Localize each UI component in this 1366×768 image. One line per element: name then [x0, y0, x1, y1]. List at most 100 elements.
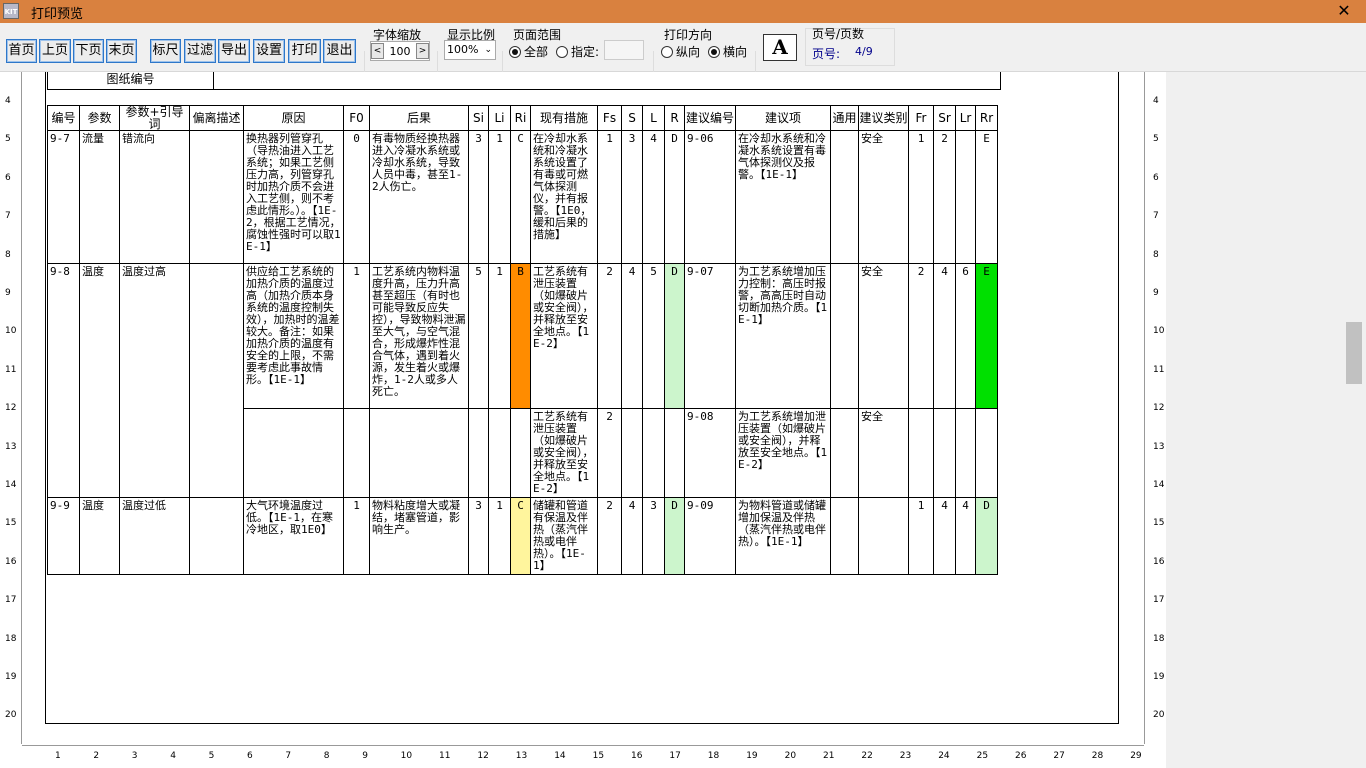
display-ratio-value: 100%: [447, 43, 479, 56]
vertical-ruler-left[interactable]: 4 5 6 7 8 9 10 11 12 13 14 15 16 17 18 19 20: [0, 72, 22, 744]
header-cause: 原因: [243, 105, 344, 131]
header-deviation: 偏离描述: [189, 105, 244, 131]
ruler-tick-label: 20: [784, 751, 797, 761]
cell-f0: 0: [343, 130, 370, 264]
cell-cause: 大气环境温度过低。【1E-1，在寒冷地区，取1E0】: [243, 497, 344, 575]
cell-fr: 1: [908, 497, 934, 575]
cell-category: 安全: [858, 408, 909, 498]
landscape-radio[interactable]: 横向: [708, 43, 747, 60]
horizontal-ruler[interactable]: 1 2 3 4 5 6 7 8 9 10 11 12 13 14 15 16 17 18 19 20 21 22 23 24 2…: [22, 745, 1144, 768]
cell-s: [621, 408, 643, 498]
settings-button[interactable]: 设置: [253, 39, 285, 63]
ruler-tick-label: 15: [592, 751, 605, 761]
cell-l: 4: [642, 130, 665, 264]
ruler-tick-label: 1: [55, 751, 61, 761]
ruler-tick-label: 7: [5, 211, 11, 222]
table-row[interactable]: 9-9 温度 温度过低 大气环境温度过低。【1E-1，在寒冷地区，取1E0】 1…: [47, 497, 998, 575]
ruler-tick-label: 16: [1153, 556, 1165, 567]
cell-fr: 2: [908, 263, 934, 409]
first-page-button[interactable]: 首页: [6, 39, 37, 63]
ruler-tick-label: 12: [477, 751, 489, 761]
range-input[interactable]: [604, 40, 644, 60]
cell-suggestion: 在冷却水系统和冷凝水系统设置有毒气体探测仪及报警。【1E-1】: [735, 130, 831, 264]
ruler-button[interactable]: 标尺: [150, 39, 181, 63]
cell-fs: 1: [597, 130, 622, 264]
font-scale-value[interactable]: 100: [384, 45, 416, 58]
cell-cause: 供应给工艺系统的加热介质的温度过高（加热介质本身系统的温度控制失效），加热时的温…: [243, 263, 344, 409]
ruler-tick-label: 16: [631, 751, 643, 761]
ruler-tick-label: 27: [1053, 751, 1065, 761]
ruler-tick-label: 17: [5, 595, 17, 606]
cell-l: [642, 408, 665, 498]
table-row[interactable]: 9-7 流量 错流向 换热器列管穿孔（导热油进入工艺系统；如果工艺侧压力高，列管…: [47, 130, 998, 264]
cell-id: 9-9: [47, 497, 80, 575]
cell-cause: 换热器列管穿孔（导热油进入工艺系统；如果工艺侧压力高，列管穿孔时加热介质不会进入…: [243, 130, 344, 264]
range-all-radio[interactable]: 全部: [509, 43, 548, 60]
cell-common: [830, 408, 859, 498]
prev-page-button[interactable]: 上页: [39, 39, 71, 63]
cell-measures: 工艺系统有泄压装置（如爆破片或安全阀），并释放至安全地点。【1E-2】: [530, 408, 598, 498]
ruler-tick-label: 6: [5, 172, 11, 183]
exit-button[interactable]: 退出: [323, 39, 356, 63]
radio-icon: [556, 45, 568, 58]
chevron-down-icon: ⌄: [484, 45, 492, 55]
scrollbar-thumb[interactable]: [1346, 322, 1362, 384]
print-button[interactable]: 打印: [288, 39, 321, 63]
cell-category: 安全: [858, 130, 909, 264]
font-scale-decrease-button[interactable]: <: [371, 43, 384, 59]
preview-background: [1166, 72, 1346, 768]
header-fs: Fs: [597, 105, 622, 131]
ruler-tick-label: 23: [899, 751, 912, 761]
ruler-tick-label: 9: [1153, 288, 1159, 298]
ruler-tick-label: 18: [707, 751, 720, 761]
portrait-radio[interactable]: 纵向: [661, 43, 700, 60]
header-s: S: [621, 105, 643, 131]
cell-s: 4: [621, 263, 643, 409]
cell-r: D: [664, 497, 685, 575]
export-button[interactable]: 导出: [218, 39, 250, 63]
cell-deviation: [189, 130, 244, 264]
ruler-tick-label: 10: [400, 751, 413, 761]
cell-fs: 2: [597, 497, 622, 575]
header-common: 通用: [830, 105, 859, 131]
cell-fs: 2: [597, 408, 622, 498]
orientation-label: 打印方向: [664, 28, 713, 42]
cell-ri: C: [510, 130, 531, 264]
ruler-tick-label: 19: [746, 751, 758, 761]
drawing-number-row: 图纸编号: [47, 72, 1001, 90]
range-all-label: 全部: [524, 45, 549, 59]
cell-f0: 1: [343, 263, 370, 409]
vertical-ruler-right[interactable]: 4 5 6 7 8 9 10 11 12 13 14 15 16 17 18 19 20: [1144, 72, 1166, 744]
font-scale-increase-button[interactable]: >: [416, 43, 429, 59]
cell-cause: [243, 408, 344, 498]
next-page-button[interactable]: 下页: [73, 39, 104, 63]
cell-r: [664, 408, 685, 498]
range-specify-radio[interactable]: 指定:: [556, 43, 599, 60]
header-fr: Fr: [908, 105, 934, 131]
cell-ri: C: [510, 497, 531, 575]
portrait-label: 纵向: [676, 45, 701, 59]
header-f0: F0: [343, 105, 370, 131]
cell-si: 3: [468, 130, 489, 264]
cell-li: 1: [488, 497, 511, 575]
header-sr: Sr: [933, 105, 956, 131]
window-title: 打印预览: [31, 7, 84, 22]
vertical-scrollbar[interactable]: [1346, 72, 1366, 768]
cell-lr: [955, 408, 976, 498]
ruler-tick-label: 15: [1153, 518, 1165, 529]
header-si: Si: [468, 105, 489, 131]
ruler-tick-label: 4: [1153, 96, 1159, 106]
font-button[interactable]: A: [763, 34, 797, 61]
cell-suggestion-no: 9-06: [684, 130, 736, 264]
last-page-button[interactable]: 末页: [106, 39, 137, 63]
display-ratio-select[interactable]: 100% ⌄: [444, 40, 496, 60]
cell-r: D: [664, 263, 685, 409]
close-button[interactable]: ✕: [1332, 0, 1356, 23]
cell-consequence: [369, 408, 469, 498]
cell-consequence: 有毒物质经换热器进入冷凝水系统或冷却水系统，导致人员中毒，甚至1-2人伤亡。: [369, 130, 469, 264]
table-row[interactable]: 9-8 温度 温度过高 供应给工艺系统的加热介质的温度过高（加热介质本身系统的温…: [47, 263, 998, 498]
filter-button[interactable]: 过滤: [184, 39, 216, 63]
landscape-label: 横向: [723, 45, 748, 59]
ruler-tick-label: 5: [1153, 134, 1159, 145]
cell-consequence: 物料粘度增大或凝结，堵塞管道，影响生产。: [369, 497, 469, 575]
